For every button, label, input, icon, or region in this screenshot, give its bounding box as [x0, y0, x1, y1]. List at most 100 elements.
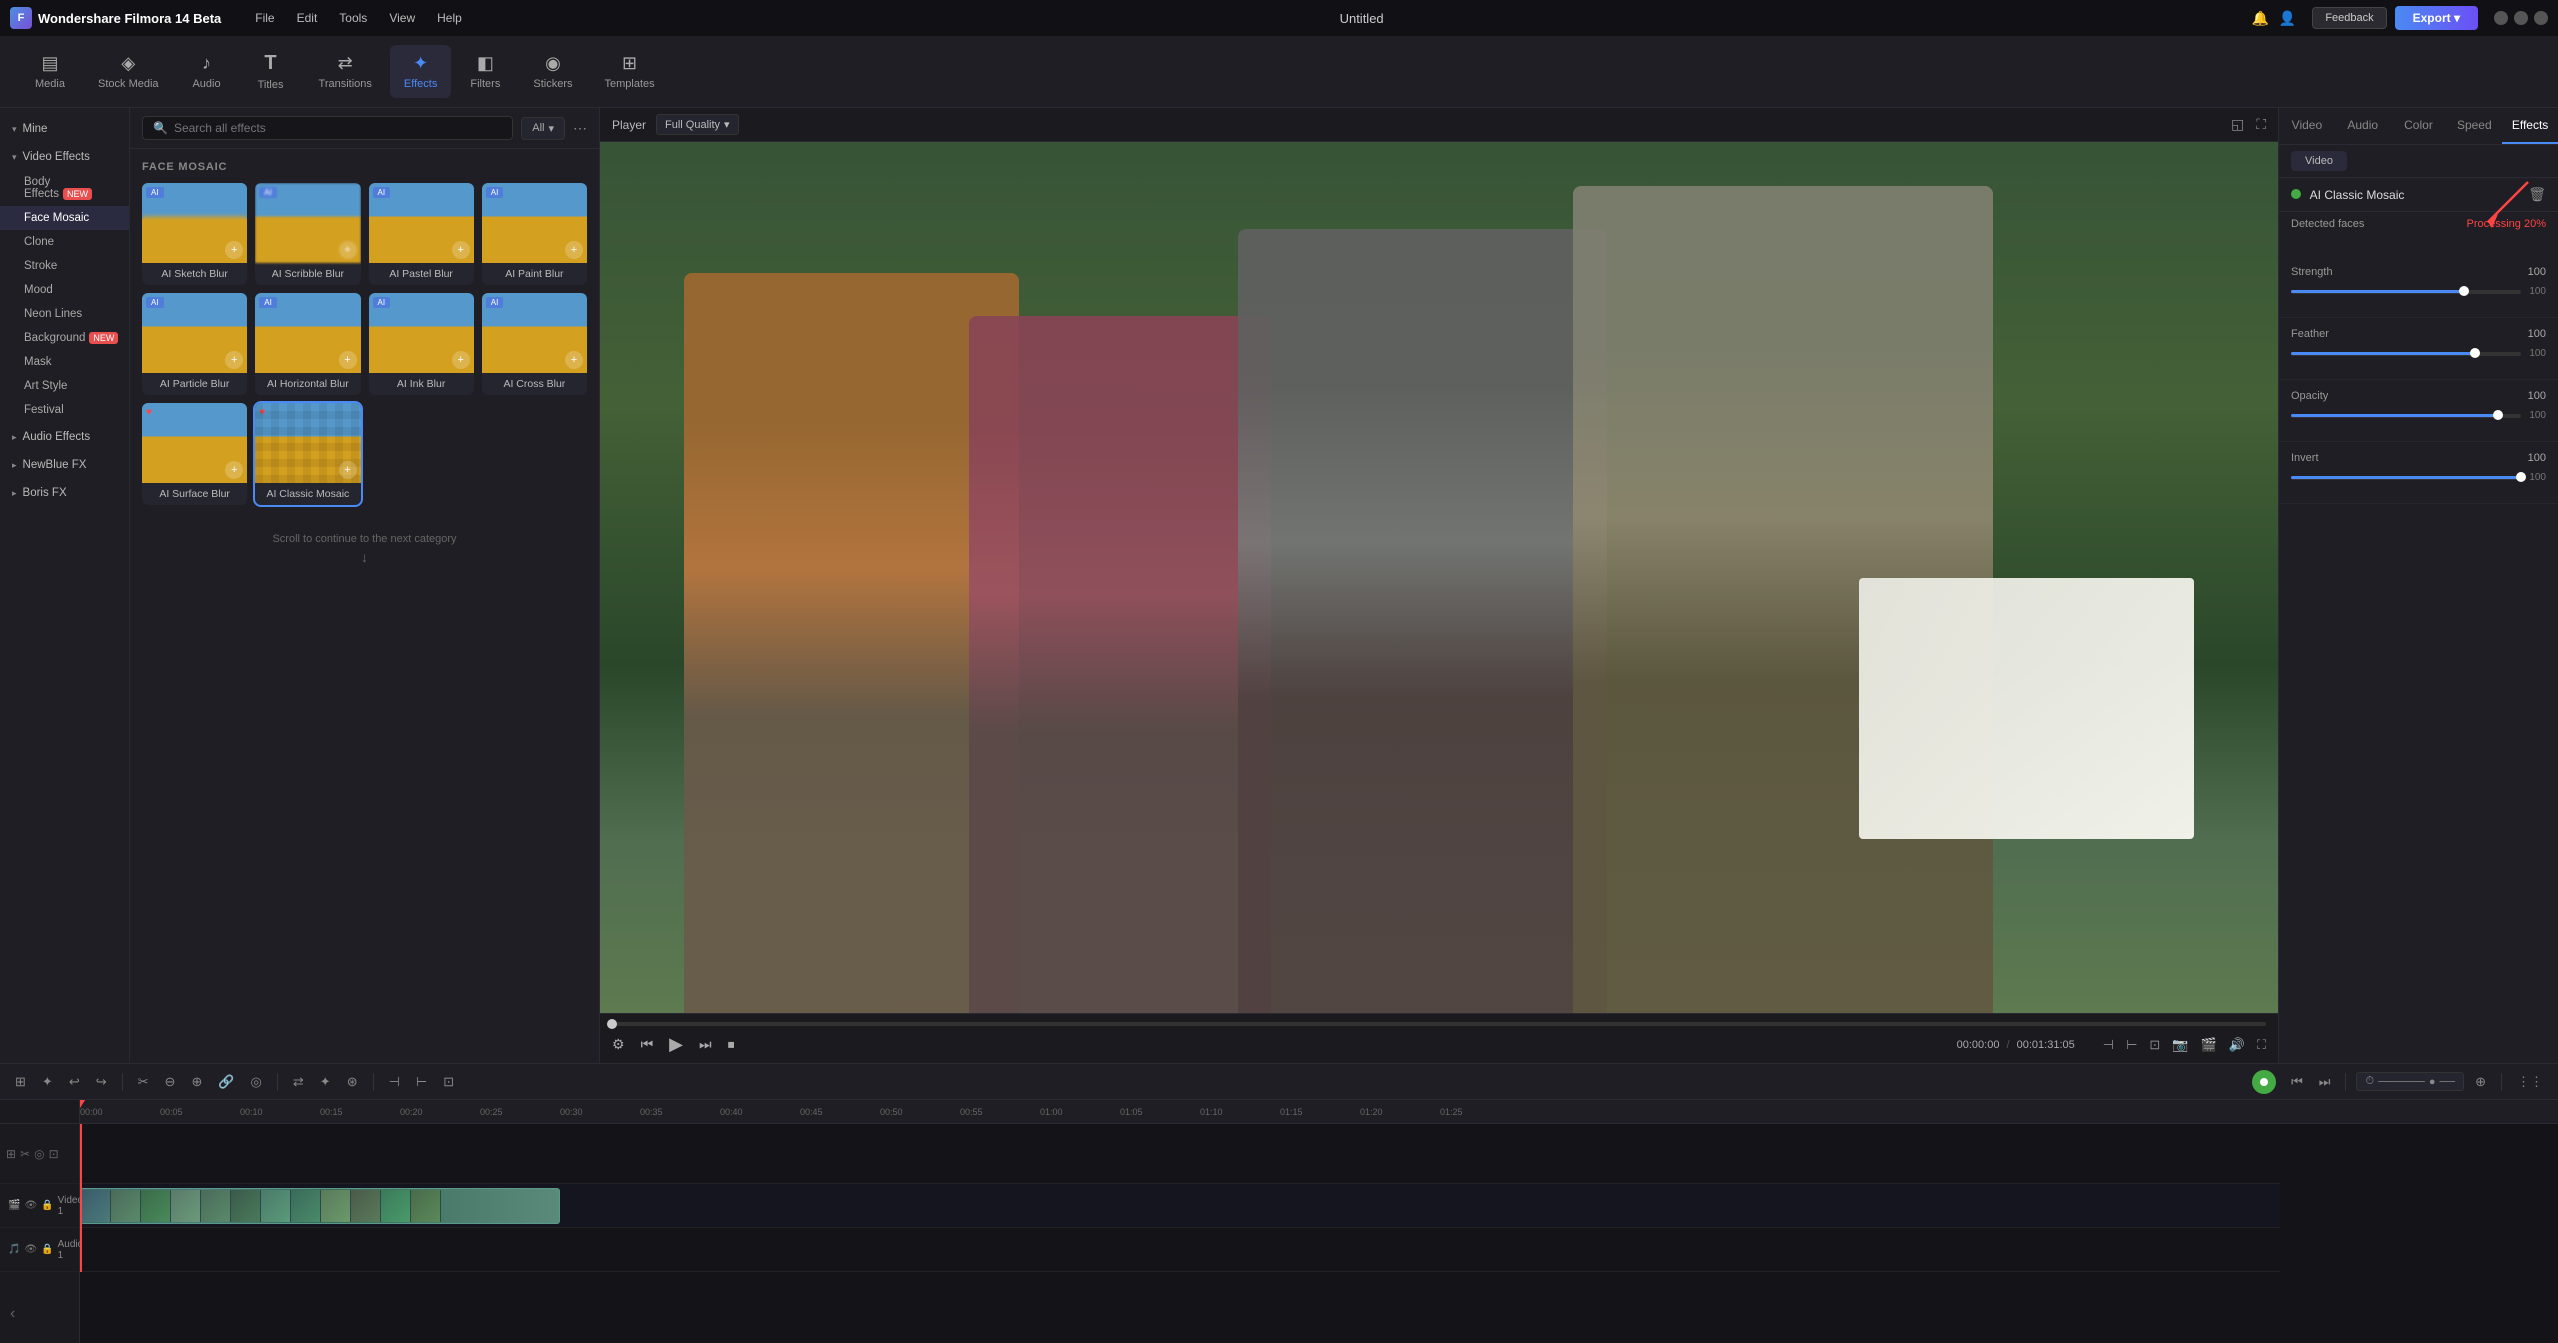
tl-record-btn[interactable]	[2252, 1070, 2276, 1094]
strength-slider-handle[interactable]	[2459, 286, 2469, 296]
sidebar-item-mask[interactable]: Mask	[0, 350, 129, 374]
tl-ctrl-icon4[interactable]: ⊡	[49, 1147, 59, 1161]
tl-ctrl-icon1[interactable]: ⊞	[6, 1147, 16, 1161]
tl-mark-in-btn[interactable]: ⊣	[384, 1071, 405, 1093]
player-pip-icon[interactable]: ◱	[2231, 116, 2244, 133]
player-settings-icon[interactable]: ⚙	[612, 1036, 625, 1053]
tool-templates[interactable]: ⊞ Templates	[590, 45, 668, 98]
minimize-button[interactable]	[2494, 11, 2508, 25]
export-button[interactable]: Export ▾	[2395, 6, 2478, 30]
tool-filters[interactable]: ◧ Filters	[455, 45, 515, 98]
sidebar-boris-header[interactable]: ▸ Boris FX	[0, 480, 129, 506]
effect-item-ai-classic-mosaic[interactable]: ♥ + AI Classic Mosaic	[255, 403, 360, 505]
effect-item-ai-paint-blur[interactable]: AI + AI Paint Blur	[482, 183, 587, 285]
bracket-out-icon[interactable]: ⊢	[2126, 1037, 2137, 1053]
tool-effects[interactable]: ✦ Effects	[390, 45, 451, 98]
sidebar-item-face-mosaic[interactable]: Face Mosaic	[0, 206, 129, 230]
rpanel-tab-audio[interactable]: Audio	[2335, 108, 2391, 144]
tl-cut-btn[interactable]: ✂	[133, 1071, 154, 1093]
effect-item-ai-ink-blur[interactable]: AI + AI Ink Blur	[369, 293, 474, 395]
tl-split-btn[interactable]: ⊡	[438, 1071, 459, 1093]
tool-transitions[interactable]: ⇄ Transitions	[305, 45, 386, 98]
account-icon[interactable]: 👤	[2279, 10, 2296, 27]
tl-video-clip[interactable]	[80, 1188, 560, 1224]
tl-magnet-btn[interactable]: ✦	[37, 1071, 58, 1093]
tl-prev-frame-btn[interactable]: ⏮	[2286, 1071, 2308, 1093]
tool-titles[interactable]: T Titles	[241, 44, 301, 99]
bracket-in-icon[interactable]: ⊣	[2103, 1037, 2114, 1053]
invert-slider-handle[interactable]	[2516, 472, 2526, 482]
effect-item-ai-horizontal-blur[interactable]: AI + AI Horizontal Blur	[255, 293, 360, 395]
tool-stickers[interactable]: ◉ Stickers	[519, 45, 586, 98]
add-btn-scribble[interactable]: +	[339, 241, 357, 259]
snapshot-icon[interactable]: 📷	[2172, 1037, 2188, 1053]
search-input[interactable]	[174, 121, 502, 135]
split-icon[interactable]: ⊡	[2149, 1037, 2160, 1053]
tool-audio[interactable]: ♪ Audio	[177, 45, 237, 98]
tl-label-audio1-eye[interactable]: 👁	[24, 1244, 37, 1255]
quality-select[interactable]: Full Quality ▾	[656, 114, 739, 135]
feedback-button[interactable]: Feedback	[2312, 7, 2386, 29]
sidebar-item-background[interactable]: BackgroundNEW	[0, 326, 129, 350]
timeline-content[interactable]: 00:00 00:05 00:10 00:15 00:20 00:25 00:3…	[80, 1100, 2558, 1343]
tl-group-btn[interactable]: ◎	[246, 1071, 267, 1093]
tl-label-video1-eye[interactable]: 👁	[24, 1200, 37, 1211]
tl-effect-btn[interactable]: ✦	[315, 1071, 336, 1093]
effect-item-ai-sketch-blur[interactable]: AI + AI Sketch Blur	[142, 183, 247, 285]
player-stop-icon[interactable]: ⏹	[728, 1036, 735, 1053]
sidebar-item-art-style[interactable]: Art Style	[0, 374, 129, 398]
sidebar-mine-header[interactable]: ▾ Mine	[0, 116, 129, 142]
more-options-icon[interactable]: ⋯	[573, 120, 587, 137]
add-btn-ink[interactable]: +	[452, 351, 470, 369]
opacity-slider[interactable]	[2291, 414, 2521, 418]
rpanel-tab-color[interactable]: Color	[2391, 108, 2447, 144]
feather-slider[interactable]	[2291, 352, 2521, 356]
tl-label-video1-lock[interactable]: 🔒	[41, 1200, 53, 1211]
player-step-back-icon[interactable]: ⏮	[641, 1036, 654, 1053]
tl-ctrl-icon2[interactable]: ✂	[20, 1147, 30, 1161]
add-btn-paint[interactable]: +	[565, 241, 583, 259]
rpanel-subtab-video-btn[interactable]: Video	[2291, 151, 2347, 171]
tl-speed-control[interactable]: ⏱ ────── ● ──	[2356, 1072, 2464, 1091]
player-timeline-handle[interactable]	[607, 1019, 617, 1029]
add-btn-cross[interactable]: +	[565, 351, 583, 369]
effect-item-ai-scribble-blur[interactable]: AI + AI Scribble Blur	[255, 183, 360, 285]
rpanel-tab-effects[interactable]: Effects	[2502, 108, 2558, 144]
sidebar-item-neon-lines[interactable]: Neon Lines	[0, 302, 129, 326]
tool-stock-media[interactable]: ◈ Stock Media	[84, 45, 173, 98]
menu-help[interactable]: Help	[427, 7, 472, 29]
tl-more-btn[interactable]: ⋮⋮	[2512, 1071, 2548, 1093]
rpanel-tab-video[interactable]: Video	[2279, 108, 2335, 144]
add-btn-mosaic[interactable]: +	[339, 461, 357, 479]
player-step-forward-icon[interactable]: ⏭	[699, 1036, 712, 1053]
effect-item-ai-surface-blur[interactable]: ♥ + AI Surface Blur	[142, 403, 247, 505]
add-btn-surface[interactable]: +	[225, 461, 243, 479]
tl-add-media-btn[interactable]: ⊕	[2470, 1071, 2491, 1093]
player-play-icon[interactable]: ▶	[669, 1034, 683, 1055]
render-icon[interactable]: 🎬	[2201, 1037, 2217, 1053]
volume-icon[interactable]: 🔊	[2229, 1037, 2245, 1053]
sidebar-audio-effects-header[interactable]: ▸ Audio Effects	[0, 424, 129, 450]
add-btn-horizontal[interactable]: +	[339, 351, 357, 369]
close-button[interactable]	[2534, 11, 2548, 25]
opacity-slider-handle[interactable]	[2493, 410, 2503, 420]
tl-ctrl-icon3[interactable]: ◎	[34, 1147, 44, 1161]
maximize-button[interactable]	[2514, 11, 2528, 25]
tl-next-frame-btn[interactable]: ⏭	[2314, 1071, 2336, 1093]
strength-slider[interactable]	[2291, 290, 2521, 294]
add-btn-particle[interactable]: +	[225, 351, 243, 369]
player-fullscreen-icon[interactable]: ⛶	[2256, 116, 2266, 133]
add-btn-pastel[interactable]: +	[452, 241, 470, 259]
notification-icon[interactable]: 🔔	[2251, 10, 2268, 27]
tl-label-audio1-lock[interactable]: 🔒	[41, 1244, 53, 1255]
sidebar-item-festival[interactable]: Festival	[0, 398, 129, 422]
tl-redo-btn[interactable]: ↪	[91, 1071, 112, 1093]
sidebar-item-mood[interactable]: Mood	[0, 278, 129, 302]
tl-delete-btn[interactable]: ⊖	[160, 1071, 181, 1093]
tl-undo-btn[interactable]: ↩	[64, 1071, 85, 1093]
sidebar-item-stroke[interactable]: Stroke	[0, 254, 129, 278]
menu-edit[interactable]: Edit	[287, 7, 328, 29]
effect-item-ai-pastel-blur[interactable]: AI + AI Pastel Blur	[369, 183, 474, 285]
sidebar-newblue-header[interactable]: ▸ NewBlue FX	[0, 452, 129, 478]
sidebar-item-clone[interactable]: Clone	[0, 230, 129, 254]
